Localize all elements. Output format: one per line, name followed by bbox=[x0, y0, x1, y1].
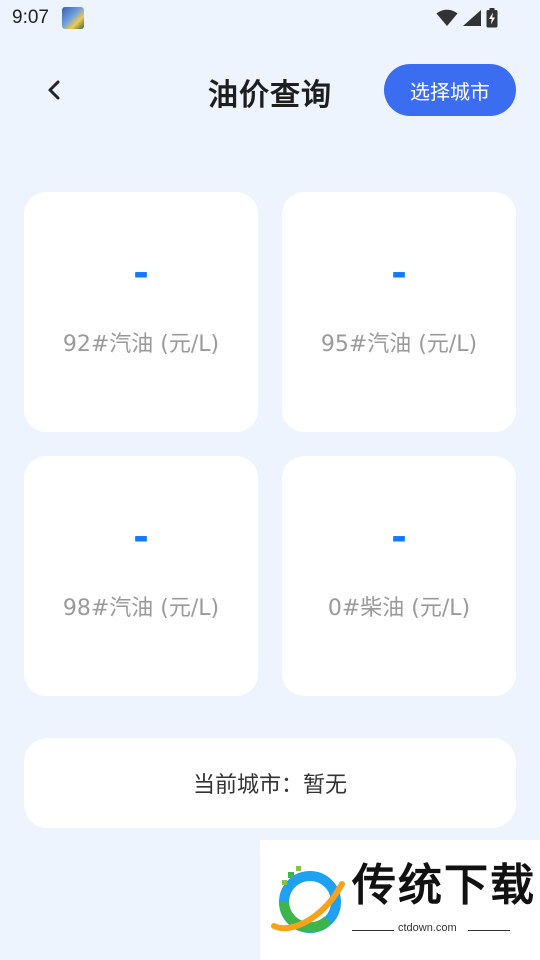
current-city-text: 当前城市：暂无 bbox=[192, 773, 347, 798]
wifi-icon bbox=[436, 9, 458, 26]
price-card-95: - 95#汽油 (元/L) bbox=[282, 192, 516, 432]
divider bbox=[352, 930, 394, 931]
status-icons bbox=[436, 8, 498, 28]
current-city-bar: 当前城市：暂无 bbox=[24, 738, 516, 828]
price-label: 98#汽油 (元/L) bbox=[62, 596, 220, 621]
status-time: 9:07 bbox=[12, 7, 49, 28]
status-bar: 9:07 bbox=[0, 0, 540, 36]
price-card-98: - 98#汽油 (元/L) bbox=[24, 456, 258, 696]
price-card-92: - 92#汽油 (元/L) bbox=[24, 192, 258, 432]
watermark: 传统下载 ctdown.com bbox=[260, 840, 540, 960]
watermark-url: ctdown.com bbox=[398, 922, 457, 934]
price-value: - bbox=[391, 251, 407, 295]
app-notification-icon bbox=[62, 7, 84, 29]
price-card-diesel: - 0#柴油 (元/L) bbox=[282, 456, 516, 696]
divider bbox=[468, 930, 510, 931]
price-value: - bbox=[133, 515, 149, 559]
price-label: 92#汽油 (元/L) bbox=[62, 332, 220, 357]
price-label: 95#汽油 (元/L) bbox=[320, 332, 478, 357]
price-value: - bbox=[133, 251, 149, 295]
price-value: - bbox=[391, 515, 407, 559]
watermark-title: 传统下载 bbox=[352, 860, 536, 911]
battery-charging-icon bbox=[486, 8, 498, 28]
select-city-button[interactable]: 选择城市 bbox=[384, 64, 516, 116]
header: 油价查询 选择城市 bbox=[0, 60, 540, 120]
ctdown-logo-icon bbox=[271, 866, 345, 933]
signal-icon bbox=[463, 10, 481, 26]
price-label: 0#柴油 (元/L) bbox=[327, 596, 471, 621]
